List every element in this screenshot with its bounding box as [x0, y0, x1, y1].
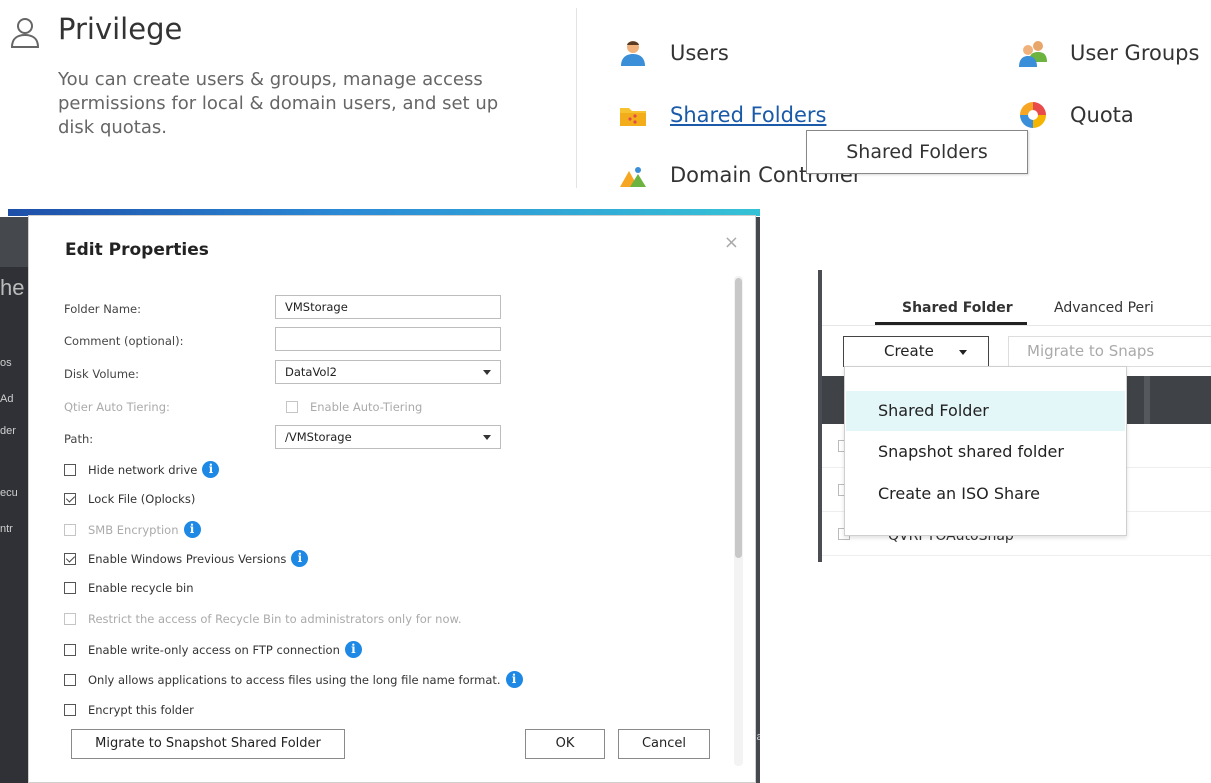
ok-button[interactable]: OK [525, 729, 605, 759]
checkbox-box [64, 582, 76, 594]
divider [576, 8, 577, 188]
option-label: SMB Encryption [88, 522, 179, 537]
quota-label: Quota [1070, 103, 1134, 127]
create-button-label: Create [884, 342, 934, 360]
path-value: /VMStorage [285, 430, 352, 444]
background-label: ecu [0, 487, 18, 499]
edit-properties-dialog: Edit Properties × Folder Name: VMStorage… [28, 215, 756, 783]
checkbox-box [64, 704, 76, 716]
windows-previous-versions-option[interactable]: Enable Windows Previous Versions i [64, 550, 309, 567]
disk-volume-value: DataVol2 [285, 365, 337, 379]
comment-label: Comment (optional): [64, 334, 184, 348]
checkbox-box [64, 463, 76, 476]
background-label: der [0, 425, 16, 437]
users-label: Users [670, 41, 729, 65]
option-label: Only allows applications to access files… [88, 672, 501, 687]
checkbox-box-checked [64, 493, 76, 505]
path-label: Path: [64, 432, 94, 446]
user-groups-link[interactable]: User Groups [1018, 38, 1199, 68]
dialog-scrollbar[interactable] [734, 276, 743, 766]
user-outline-icon [10, 18, 40, 48]
encrypt-folder-option[interactable]: Encrypt this folder [64, 703, 194, 717]
migrate-to-snapshot-button[interactable]: Migrate to Snaps [1008, 336, 1211, 367]
shared-folders-link[interactable]: Shared Folders [618, 100, 826, 130]
close-icon[interactable]: × [724, 232, 739, 253]
column-separator [1144, 376, 1150, 424]
ftp-write-only-option[interactable]: Enable write-only access on FTP connecti… [64, 641, 362, 658]
option-label: Hide network drive [88, 462, 198, 477]
hide-network-drive-option[interactable]: Hide network drive i [64, 461, 220, 478]
comment-input[interactable] [275, 327, 501, 351]
background-label: Ad [0, 393, 14, 405]
disk-volume-select[interactable]: DataVol2 [275, 360, 501, 384]
tab-advanced-permissions[interactable]: Advanced Peri [1054, 300, 1154, 316]
create-button[interactable]: Create [843, 336, 989, 367]
info-icon[interactable]: i [505, 671, 523, 688]
option-label: Encrypt this folder [88, 703, 194, 717]
background-label: ntr [0, 523, 13, 535]
info-icon[interactable]: i [202, 461, 220, 478]
option-label: Lock File (Oplocks) [88, 492, 196, 506]
folder-name-label: Folder Name: [64, 302, 141, 316]
option-label: Enable recycle bin [88, 581, 194, 595]
info-icon[interactable]: i [183, 521, 201, 538]
user-groups-icon [1019, 41, 1047, 67]
chevron-down-icon [959, 350, 967, 355]
restrict-recycle-bin-option[interactable]: Restrict the access of Recycle Bin to ad… [64, 612, 462, 626]
smb-encryption-option[interactable]: SMB Encryption i [64, 521, 201, 538]
privilege-description: You can create users & groups, manage ac… [58, 69, 499, 138]
chevron-down-icon [483, 435, 491, 440]
checkbox-box [64, 613, 76, 625]
checkbox-box [64, 523, 76, 536]
background-label: os [0, 357, 12, 369]
create-dropdown-menu: Shared Folder Snapshot shared folder Cre… [844, 366, 1127, 536]
tab-shared-folder[interactable]: Shared Folder [902, 300, 1013, 316]
cancel-button[interactable]: Cancel [618, 729, 710, 759]
option-label: Enable Windows Previous Versions [88, 551, 287, 566]
shared-folders-tooltip: Shared Folders [806, 130, 1028, 174]
menu-item-shared-folder[interactable]: Shared Folder [846, 391, 1125, 431]
privilege-title: Privilege [58, 12, 183, 46]
checkbox-box [286, 401, 298, 413]
checkbox-box [64, 673, 76, 686]
info-icon[interactable]: i [344, 641, 362, 658]
checkbox-box [64, 643, 76, 656]
option-label: Restrict the access of Recycle Bin to ad… [88, 612, 462, 626]
migrate-to-snapshot-button[interactable]: Migrate to Snapshot Shared Folder [71, 729, 345, 759]
tab-bar: Shared Folder Advanced Peri [822, 290, 1211, 326]
shared-folders-label: Shared Folders [670, 103, 827, 127]
quota-pie-icon [1020, 102, 1046, 128]
option-label: Enable write-only access on FTP connecti… [88, 642, 340, 657]
active-tab-indicator [875, 322, 1027, 325]
users-link[interactable]: Users [618, 38, 729, 68]
enable-auto-tiering-checkbox[interactable]: Enable Auto-Tiering [286, 400, 422, 414]
menu-item-snapshot-shared-folder[interactable]: Snapshot shared folder [846, 432, 1125, 472]
quota-link[interactable]: Quota [1018, 100, 1134, 130]
path-select[interactable]: /VMStorage [275, 425, 501, 449]
folder-share-icon [620, 108, 646, 126]
scrollbar-thumb[interactable] [735, 278, 742, 558]
long-file-name-option[interactable]: Only allows applications to access files… [64, 671, 523, 688]
enable-auto-tiering-label: Enable Auto-Tiering [310, 400, 423, 414]
info-icon[interactable]: i [291, 550, 309, 567]
user-groups-label: User Groups [1070, 41, 1200, 65]
chevron-down-icon [483, 370, 491, 375]
domain-controller-icon [620, 167, 646, 187]
dialog-title: Edit Properties [65, 240, 209, 260]
disk-volume-label: Disk Volume: [64, 367, 140, 381]
qtier-label: Qtier Auto Tiering: [64, 400, 170, 414]
menu-item-create-iso-share[interactable]: Create an ISO Share [846, 474, 1125, 514]
folder-name-input[interactable]: VMStorage [275, 295, 501, 319]
edit-properties-area: he os Ad der ecu ntr ola Edit Properties… [0, 205, 760, 783]
recycle-bin-option[interactable]: Enable recycle bin [64, 581, 194, 595]
privilege-panel: Privilege You can create users & groups,… [0, 0, 1211, 205]
create-panel: Shared Folder Advanced Peri Create Migra… [818, 270, 1211, 570]
users-icon [621, 41, 645, 66]
checkbox-box-checked [64, 552, 76, 565]
background-label: he [0, 275, 25, 300]
lock-file-option[interactable]: Lock File (Oplocks) [64, 492, 195, 506]
